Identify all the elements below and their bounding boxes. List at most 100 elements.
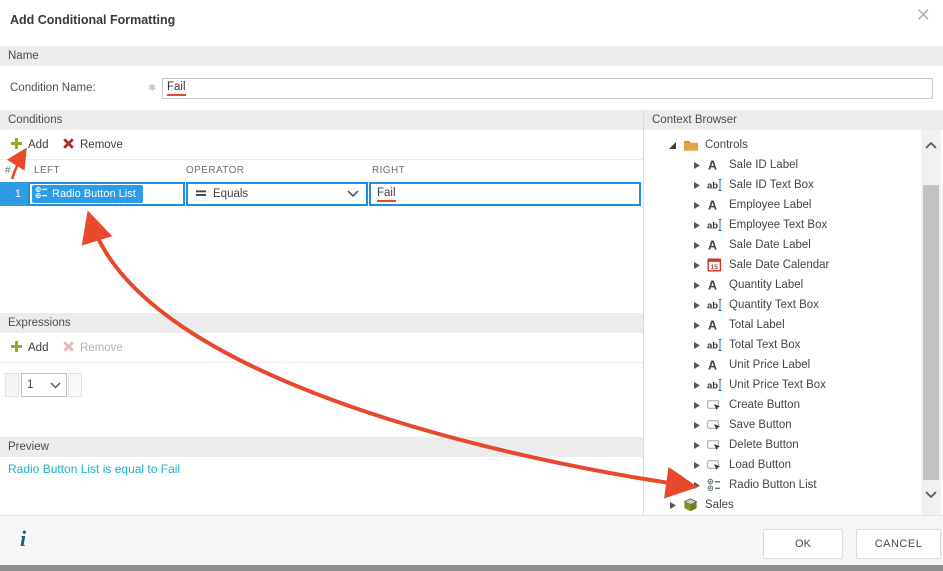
- condition-name-input[interactable]: Fail: [162, 78, 933, 99]
- expand-icon[interactable]: [692, 461, 702, 470]
- expressions-remove-button: Remove: [62, 336, 123, 360]
- tree-item-load-button[interactable]: Load Button: [644, 455, 921, 475]
- tree-item-radio-button-list[interactable]: Radio Button List: [644, 475, 921, 495]
- tree-item-label: Sale Date Calendar: [729, 259, 830, 271]
- close-icon[interactable]: ✕: [916, 4, 931, 26]
- expand-icon[interactable]: [692, 221, 702, 230]
- tree-item-label: Unit Price Label: [729, 359, 811, 371]
- textbox-icon: ab: [707, 218, 724, 232]
- tree-item-save-button[interactable]: Save Button: [644, 415, 921, 435]
- add-conditional-formatting-dialog: Add Conditional Formatting ✕ Name Condit…: [0, 0, 943, 571]
- tree-item-unit-price-label[interactable]: A Unit Price Label: [644, 355, 921, 375]
- expression-spinner-left[interactable]: [5, 373, 19, 397]
- column-header-num: #: [5, 165, 11, 176]
- expressions-remove-label: Remove: [80, 342, 123, 354]
- svg-text:A: A: [708, 159, 717, 173]
- calendar-icon: 15: [707, 258, 724, 272]
- ok-button[interactable]: OK: [763, 529, 843, 559]
- button-icon: [707, 398, 724, 412]
- button-icon: [707, 418, 724, 432]
- tree-item-employee-label[interactable]: A Employee Label: [644, 195, 921, 215]
- condition-left-cell[interactable]: Radio Button List: [28, 182, 185, 206]
- expand-icon[interactable]: [692, 241, 702, 250]
- tree-item-delete-button[interactable]: Delete Button: [644, 435, 921, 455]
- left-operand-chip[interactable]: Radio Button List: [32, 185, 143, 203]
- expand-icon[interactable]: [692, 261, 702, 270]
- label-icon: A: [707, 238, 724, 253]
- tree-item-controls[interactable]: Controls: [644, 135, 921, 155]
- expand-icon[interactable]: [692, 301, 702, 310]
- tree-item-quantity-text-box[interactable]: ab Quantity Text Box: [644, 295, 921, 315]
- expressions-add-label: Add: [28, 342, 49, 354]
- expression-index-select[interactable]: 1: [21, 373, 67, 397]
- column-header-left: LEFT: [34, 165, 61, 176]
- cancel-button[interactable]: CANCEL: [856, 529, 941, 559]
- button-icon: [707, 438, 724, 452]
- tree-item-sale-date-label[interactable]: A Sale Date Label: [644, 235, 921, 255]
- expressions-add-button[interactable]: Add: [10, 336, 48, 360]
- expand-icon[interactable]: [692, 421, 702, 430]
- name-section-header: Name: [0, 46, 943, 66]
- operator-dropdown[interactable]: Equals: [186, 182, 368, 206]
- collapse-icon[interactable]: [668, 141, 678, 150]
- expand-icon[interactable]: [692, 441, 702, 450]
- tree-item-label: Delete Button: [729, 439, 799, 451]
- tree-item-label: Total Label: [729, 319, 785, 331]
- info-icon: i: [20, 526, 27, 551]
- plus-icon: [10, 137, 23, 153]
- scrollbar-track[interactable]: [921, 130, 941, 515]
- tree-item-quantity-label[interactable]: A Quantity Label: [644, 275, 921, 295]
- tree-item-total-text-box[interactable]: ab Total Text Box: [644, 335, 921, 355]
- expand-icon[interactable]: [692, 381, 702, 390]
- tree-item-sales[interactable]: Sales: [644, 495, 921, 515]
- label-icon: A: [707, 278, 724, 293]
- tree-item-create-button[interactable]: Create Button: [644, 395, 921, 415]
- condition-right-input[interactable]: Fail: [369, 182, 641, 206]
- expand-icon[interactable]: [692, 281, 702, 290]
- plus-icon: [10, 340, 23, 356]
- expand-icon[interactable]: [692, 481, 702, 490]
- expression-spinner-right[interactable]: [68, 373, 82, 397]
- tree-item-label: Sale ID Label: [729, 159, 799, 171]
- expand-icon[interactable]: [692, 321, 702, 330]
- folder-icon: [683, 138, 700, 152]
- expand-icon[interactable]: [692, 201, 702, 210]
- condition-name-value: Fail: [167, 81, 186, 96]
- expand-icon[interactable]: [692, 361, 702, 370]
- tree-item-unit-price-text-box[interactable]: ab Unit Price Text Box: [644, 375, 921, 395]
- label-icon: A: [707, 358, 724, 373]
- scroll-down-icon[interactable]: [921, 485, 941, 505]
- preview-section-header: Preview: [0, 437, 643, 457]
- tree-item-employee-text-box[interactable]: ab Employee Text Box: [644, 215, 921, 235]
- svg-text:15: 15: [711, 264, 719, 271]
- divider: [0, 362, 643, 363]
- tree-item-sale-date-calendar[interactable]: 15 Sale Date Calendar: [644, 255, 921, 275]
- expand-icon[interactable]: [692, 401, 702, 410]
- expand-icon[interactable]: [668, 501, 678, 510]
- equals-icon: [195, 187, 207, 202]
- scrollbar-thumb[interactable]: [923, 185, 939, 480]
- expand-icon[interactable]: [692, 341, 702, 350]
- expand-icon[interactable]: [692, 161, 702, 170]
- scroll-up-icon[interactable]: [921, 135, 941, 155]
- tree-item-total-label[interactable]: A Total Label: [644, 315, 921, 335]
- smartobject-cube-icon: [683, 498, 700, 512]
- tree-item-sale-id-text-box[interactable]: ab Sale ID Text Box: [644, 175, 921, 195]
- textbox-icon: ab: [707, 178, 724, 192]
- conditions-add-button[interactable]: Add: [10, 133, 48, 157]
- svg-text:A: A: [708, 359, 717, 373]
- radio-button-list-icon: [35, 186, 48, 202]
- column-header-operator: OPERATOR: [186, 165, 245, 176]
- tree-item-label: Save Button: [729, 419, 792, 431]
- x-icon: [62, 137, 75, 153]
- tree-item-sale-id-label[interactable]: A Sale ID Label: [644, 155, 921, 175]
- textbox-icon: ab: [707, 298, 724, 312]
- label-icon: A: [707, 158, 724, 173]
- svg-text:ab: ab: [707, 181, 718, 192]
- x-icon: [62, 340, 75, 356]
- expand-icon[interactable]: [692, 181, 702, 190]
- tree-item-label: Quantity Text Box: [729, 299, 819, 311]
- conditions-remove-button[interactable]: Remove: [62, 133, 123, 157]
- context-browser-tree: Controls A Sale ID Label ab Sale ID Text Box…: [644, 130, 921, 515]
- condition-row-number[interactable]: 1: [0, 182, 28, 206]
